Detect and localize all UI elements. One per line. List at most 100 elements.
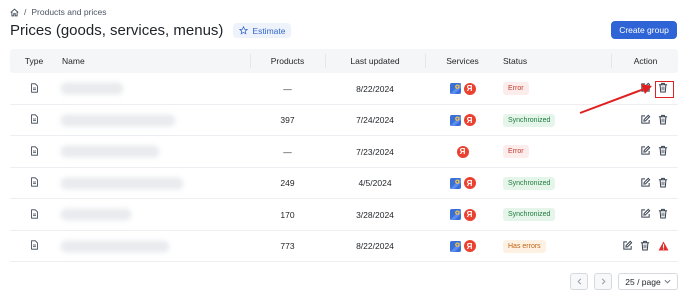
delete-button[interactable]	[657, 114, 669, 126]
status-badge: Error	[503, 82, 529, 95]
name-cell[interactable]	[62, 73, 262, 104]
name-cell[interactable]	[62, 136, 262, 167]
edit-button[interactable]	[639, 145, 651, 158]
page-size-value: 25 / page	[625, 276, 661, 287]
blurred-name	[62, 115, 174, 125]
table-row[interactable]: 773 8/22/2024 Я Has errors	[10, 231, 678, 262]
delete-button[interactable]	[639, 240, 651, 252]
edit-icon	[640, 177, 651, 190]
status-cell: Synchronized	[503, 199, 611, 230]
status-badge: Has errors	[503, 239, 546, 253]
products-count: —	[283, 146, 292, 157]
name-cell[interactable]	[62, 199, 262, 230]
last-updated-date: 7/23/2024	[356, 146, 394, 157]
breadcrumb-current: Products and prices	[31, 7, 107, 17]
type-cell	[10, 73, 58, 104]
edit-icon	[640, 208, 651, 221]
google-maps-icon	[449, 114, 461, 126]
trash-icon	[658, 208, 668, 221]
status-cell: Error	[503, 136, 611, 167]
document-icon	[30, 177, 39, 189]
services-cell: Я	[425, 73, 500, 104]
trash-icon	[658, 145, 668, 158]
products-count: 170	[280, 209, 295, 220]
google-maps-icon	[449, 83, 461, 94]
status-cell: Synchronized	[503, 168, 611, 199]
prev-page-button[interactable]	[570, 273, 588, 290]
table-row[interactable]: 170 3/28/2024 Я Synchronized	[10, 199, 678, 231]
blurred-name	[62, 178, 182, 188]
annotation-arrow-icon	[579, 84, 652, 114]
document-icon	[30, 240, 39, 252]
last-updated-date: 8/22/2024	[356, 241, 394, 251]
google-maps-icon	[449, 240, 461, 252]
chevron-right-icon	[601, 278, 606, 285]
name-cell[interactable]	[62, 231, 262, 262]
edit-button[interactable]	[621, 240, 633, 252]
yandex-icon: Я	[456, 145, 469, 158]
name-cell[interactable]	[62, 168, 262, 199]
next-page-button[interactable]	[594, 273, 612, 290]
breadcrumb-separator: /	[24, 7, 27, 17]
type-cell	[10, 199, 58, 230]
products-count: 773	[280, 241, 295, 251]
type-cell	[10, 105, 58, 136]
column-header-status[interactable]: Status	[503, 49, 611, 73]
column-header-services[interactable]: Services	[425, 49, 500, 73]
document-icon	[30, 208, 39, 221]
actions-cell	[613, 168, 678, 199]
services-cell: Я	[425, 199, 500, 230]
star-icon	[239, 26, 249, 35]
status-badge: Synchronized	[503, 208, 556, 221]
create-group-button[interactable]: Create group	[611, 21, 677, 39]
column-header-name[interactable]: Name	[62, 49, 262, 73]
blurred-name	[62, 84, 122, 93]
delete-button[interactable]	[657, 208, 669, 221]
yandex-icon: Я	[463, 82, 476, 95]
column-header-products[interactable]: Products	[250, 49, 325, 73]
yandex-icon: Я	[463, 114, 476, 126]
last-updated-date: 7/24/2024	[356, 115, 394, 125]
column-separator	[611, 54, 612, 68]
document-icon	[30, 145, 39, 158]
blurred-name	[62, 241, 168, 251]
delete-button[interactable]	[657, 177, 669, 189]
trash-icon	[658, 177, 668, 190]
table-row[interactable]: — 7/23/2024 Я Error	[10, 136, 678, 168]
type-cell	[10, 168, 58, 199]
column-header-last-updated[interactable]: Last updated	[325, 49, 425, 73]
last-updated-date: 3/28/2024	[356, 209, 394, 220]
page-header: Prices (goods, services, menus) Estimate	[10, 22, 292, 39]
yandex-icon: Я	[463, 177, 476, 189]
status-badge: Synchronized	[503, 176, 556, 190]
document-icon	[30, 114, 39, 126]
column-header-action: Action	[633, 56, 658, 66]
last-updated-date: 8/22/2024	[356, 83, 394, 94]
status-badge: Error	[503, 145, 529, 158]
trash-icon	[658, 114, 668, 127]
services-cell: Я	[425, 168, 500, 199]
services-cell: Я	[425, 105, 500, 136]
status-cell: Has errors	[503, 231, 611, 262]
estimate-label: Estimate	[252, 25, 286, 36]
name-cell[interactable]	[62, 105, 262, 136]
column-header-type[interactable]: Type	[10, 49, 58, 73]
edit-button[interactable]	[639, 208, 651, 221]
products-count: 397	[280, 115, 295, 125]
yandex-icon: Я	[463, 240, 476, 252]
products-count: —	[283, 83, 292, 94]
products-count: 249	[280, 178, 295, 188]
delete-button[interactable]	[657, 145, 669, 158]
actions-cell	[613, 136, 678, 167]
status-badge: Synchronized	[503, 113, 556, 127]
warning-icon[interactable]	[657, 240, 669, 252]
blurred-name	[62, 210, 130, 219]
edit-button[interactable]	[639, 177, 651, 189]
last-updated-date: 4/5/2024	[358, 178, 392, 188]
home-icon[interactable]	[10, 7, 19, 17]
page-size-select[interactable]: 25 / page	[618, 273, 678, 290]
edit-icon	[640, 145, 651, 158]
estimate-button[interactable]: Estimate	[233, 23, 292, 38]
table-row[interactable]: 249 4/5/2024 Я Synchronized	[10, 168, 678, 199]
actions-cell	[613, 199, 678, 230]
